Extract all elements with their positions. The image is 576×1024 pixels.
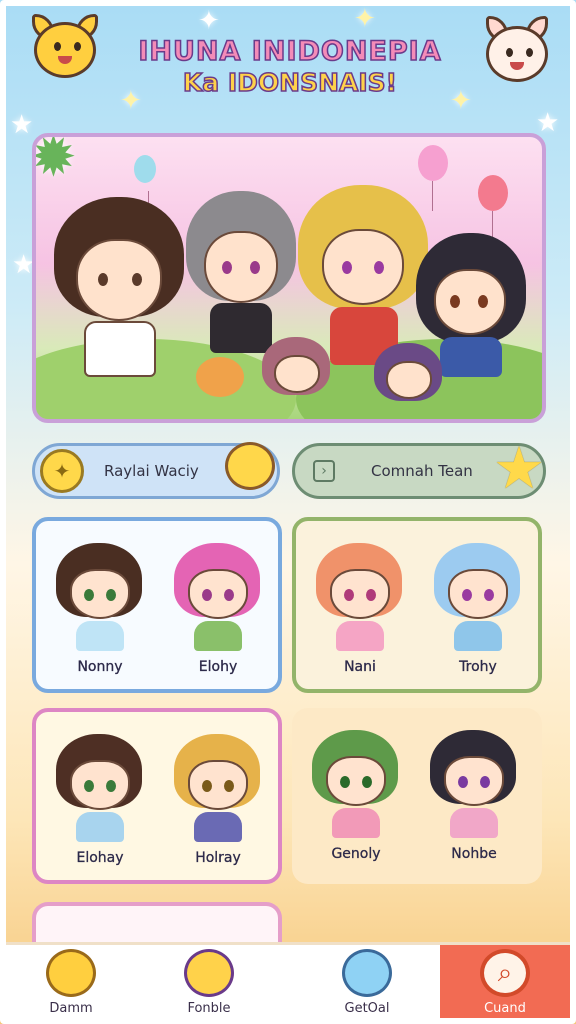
nav-label: GetOal: [344, 1001, 390, 1016]
nav-item-cuand[interactable]: ⌕ Cuand: [440, 945, 570, 1024]
character-card[interactable]: Nani Trohy: [292, 517, 542, 693]
character-portrait[interactable]: Elohay: [50, 726, 150, 876]
character-card[interactable]: Genoly Nohbe: [292, 708, 542, 884]
character-portrait[interactable]: Trohy: [428, 535, 528, 685]
character-portrait[interactable]: Nani: [310, 535, 410, 685]
nav-label: Fonble: [187, 1001, 231, 1016]
character-portrait[interactable]: Genoly: [306, 722, 406, 872]
hero-pet-icon: [196, 357, 246, 397]
bottom-nav: Damm Fonble GetOal ⌕ Cuand: [6, 942, 570, 1024]
nav-item-damm[interactable]: Damm: [6, 945, 136, 1024]
character-portrait[interactable]: Nonny: [50, 535, 150, 685]
hero-small-character: [262, 337, 330, 397]
bunny-mascot-icon: [476, 14, 556, 100]
character-name: Elohy: [198, 659, 238, 675]
character-name: Genoly: [331, 846, 381, 862]
mascot-icon: [184, 949, 234, 997]
chevron-right-icon: ›: [313, 460, 335, 482]
character-portrait[interactable]: Nohbe: [424, 722, 524, 872]
hero-character: [54, 197, 184, 417]
hero-small-character: [374, 343, 442, 403]
common-team-chip-button[interactable]: › Comnah Tean ★: [292, 438, 546, 499]
star-icon: ✦: [40, 449, 84, 493]
balloon-icon: [418, 145, 448, 211]
nav-item-fonble[interactable]: Fonble: [144, 945, 274, 1024]
page-title: IHUNA INIDONEPIA: [138, 35, 442, 68]
fox-mascot-icon: [24, 10, 104, 96]
heart-balloon-icon: [478, 175, 508, 241]
character-portrait[interactable]: Elohy: [168, 535, 268, 685]
chip-label: Comnah Tean: [371, 462, 473, 480]
featured-chip-button[interactable]: ✦ Raylai Waciy: [32, 442, 280, 499]
character-name: Nani: [344, 659, 376, 675]
character-portrait[interactable]: Holray: [168, 726, 268, 876]
blob-icon: [46, 949, 96, 997]
smiley-blob-icon: [225, 442, 275, 490]
search-icon: ⌕: [480, 949, 530, 997]
header: IHUNA INIDONEPIA Ka IDONSNAIS!: [110, 35, 470, 98]
hero-banner[interactable]: ✹: [32, 133, 546, 423]
slime-icon: [342, 949, 392, 997]
balloon-icon: [134, 155, 156, 221]
sparkle-icon: ★: [536, 108, 560, 138]
character-name: Trohy: [459, 659, 497, 675]
sparkle-icon: ★: [10, 110, 34, 140]
character-name: Nohbe: [451, 846, 497, 862]
chip-label: Raylai Waciy: [104, 462, 199, 480]
character-name: Holray: [195, 850, 241, 866]
nav-label: Cuand: [484, 1001, 526, 1016]
sparkle-icon: ✦: [354, 4, 376, 34]
green-creature-icon: ✹: [32, 133, 77, 190]
nav-label: Damm: [49, 1001, 93, 1016]
character-name: Elohay: [76, 850, 124, 866]
sparkle-icon: ✦: [198, 6, 220, 36]
nav-item-getoal[interactable]: GetOal: [302, 945, 432, 1024]
page-subtitle: Ka IDONSNAIS!: [182, 67, 398, 98]
star-mascot-icon: ★: [493, 434, 545, 502]
character-card[interactable]: Nonny Elohy: [32, 517, 282, 693]
character-name: Nonny: [77, 659, 123, 675]
character-card[interactable]: Elohay Holray: [32, 708, 282, 884]
